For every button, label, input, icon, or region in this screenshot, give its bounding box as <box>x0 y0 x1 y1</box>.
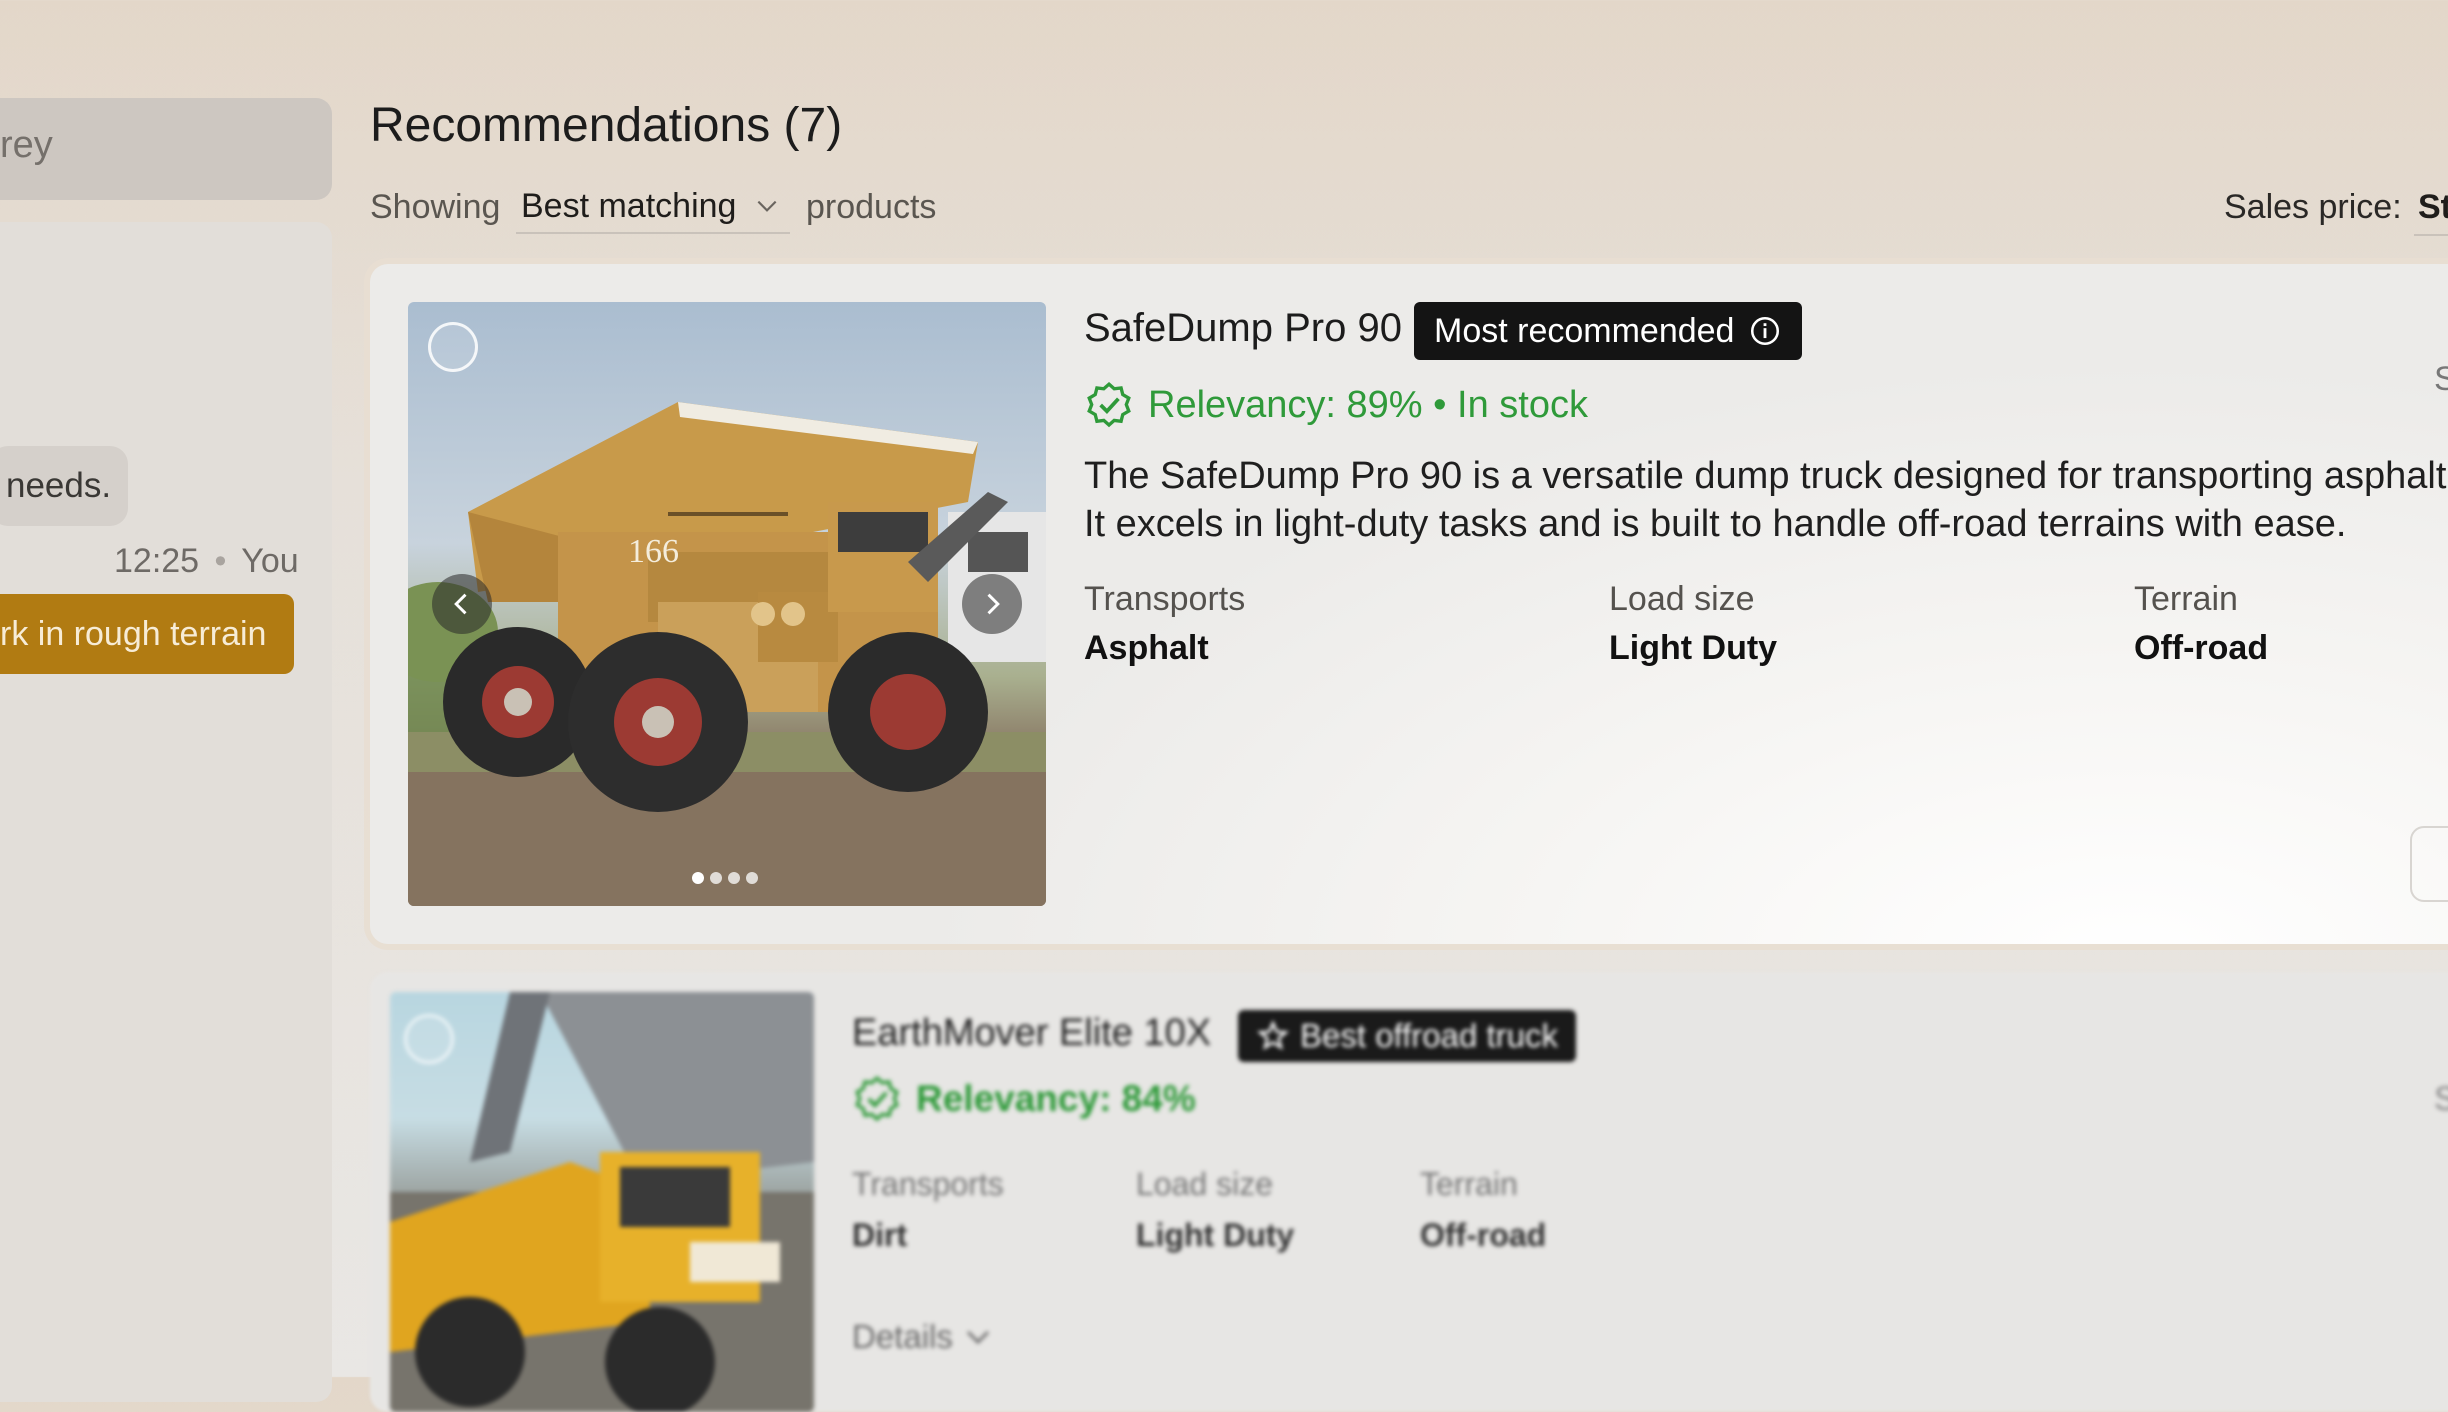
sort-value: Best matching <box>521 186 737 225</box>
sort-dropdown[interactable]: Best matching <box>516 180 790 234</box>
details-label: Details <box>852 1318 953 1355</box>
product-image[interactable]: 166 <box>408 302 1046 906</box>
attribute-label: Load size <box>1609 580 1755 618</box>
message-time: 12:25 <box>114 542 200 580</box>
user-message: rk in rough terrain <box>0 594 294 674</box>
image-prev-button[interactable] <box>432 574 492 634</box>
dump-truck-illustration: 166 <box>408 402 1046 906</box>
attribute-terrain: Terrain Off-road <box>2134 580 2268 668</box>
attribute-value: Off-road <box>1420 1217 1547 1253</box>
most-recommended-badge[interactable]: Most recommended <box>1414 302 1803 360</box>
attribute-load-size: Load size Light Duty <box>1136 1166 1294 1254</box>
product-select-radio[interactable] <box>404 1014 454 1064</box>
side-label-cut: S <box>2434 1080 2448 1118</box>
attribute-load-size: Load size Light Duty <box>1609 580 1777 668</box>
articulated-truck-illustration <box>390 992 814 1412</box>
page-title: Recommendations (7) <box>370 99 843 152</box>
attribute-label: Load size <box>1136 1166 1273 1202</box>
product-description: The SafeDump Pro 90 is a versatile dump … <box>1084 455 2448 545</box>
user-message-text: rk in rough terrain <box>0 614 267 653</box>
side-label-cut: S <box>2434 360 2448 398</box>
survey-label: rey <box>0 124 53 166</box>
relevancy-text: Relevancy: 89% • In stock <box>1148 383 1588 426</box>
message-sender: You <box>241 542 299 580</box>
products-label: products <box>806 188 937 226</box>
star-icon <box>1256 1020 1290 1051</box>
card-action-button[interactable] <box>2410 826 2448 902</box>
price-select-underline <box>2414 234 2448 236</box>
details-toggle[interactable]: Details <box>852 1318 993 1356</box>
assistant-message: needs. <box>0 446 128 526</box>
chevron-down-icon <box>758 200 777 212</box>
attribute-value: Light Duty <box>1136 1217 1295 1253</box>
pagination-dot[interactable] <box>692 872 704 884</box>
pagination-dot[interactable] <box>746 872 758 884</box>
message-meta: 12:25 • You <box>114 542 299 581</box>
chat-panel <box>0 222 332 1402</box>
attribute-label: Terrain <box>2134 580 2238 618</box>
info-icon[interactable] <box>1748 314 1782 348</box>
product-name[interactable]: EarthMover Elite 10X <box>852 1012 1211 1055</box>
attribute-value: Dirt <box>852 1217 908 1253</box>
verified-badge-icon <box>855 1075 899 1122</box>
sales-price-select[interactable]: St <box>2418 188 2448 227</box>
product-select-radio[interactable] <box>428 322 478 372</box>
product-name[interactable]: SafeDump Pro 90 <box>1084 306 1402 351</box>
attribute-label: Transports <box>1084 580 1246 618</box>
best-offroad-badge: Best offroad truck <box>1238 1010 1577 1062</box>
svg-text:166: 166 <box>628 533 679 570</box>
relevancy-status: Relevancy: 84% <box>852 1074 1196 1124</box>
attribute-value: Light Duty <box>1609 629 1778 667</box>
assistant-message-text: needs. <box>6 466 112 505</box>
attribute-transports: Transports Dirt <box>852 1166 1004 1254</box>
chevron-down-icon <box>966 1331 989 1344</box>
relevancy-text: Relevancy: 84% <box>916 1078 1196 1119</box>
attribute-label: Terrain <box>1420 1166 1518 1202</box>
image-pagination[interactable] <box>692 872 758 884</box>
product-image[interactable] <box>390 992 814 1412</box>
relevancy-status: Relevancy: 89% • In stock <box>1084 380 1588 430</box>
meta-separator: • <box>214 542 227 580</box>
image-next-button[interactable] <box>962 574 1022 634</box>
pagination-dot[interactable] <box>728 872 740 884</box>
badge-label: Most recommended <box>1434 311 1735 350</box>
pagination-dot[interactable] <box>710 872 722 884</box>
sales-price-label: Sales price: <box>2224 188 2402 226</box>
verified-badge-icon <box>1087 381 1131 428</box>
showing-label: Showing <box>370 188 501 226</box>
attribute-value: Off-road <box>2134 629 2269 667</box>
badge-label: Best offroad truck <box>1300 1017 1559 1054</box>
chevron-left-icon <box>454 593 467 615</box>
attribute-terrain: Terrain Off-road <box>1420 1166 1546 1254</box>
attribute-label: Transports <box>852 1166 1004 1202</box>
attribute-value: Asphalt <box>1084 629 1209 667</box>
chevron-right-icon <box>987 593 1000 615</box>
attribute-transports: Transports Asphalt <box>1084 580 1245 668</box>
